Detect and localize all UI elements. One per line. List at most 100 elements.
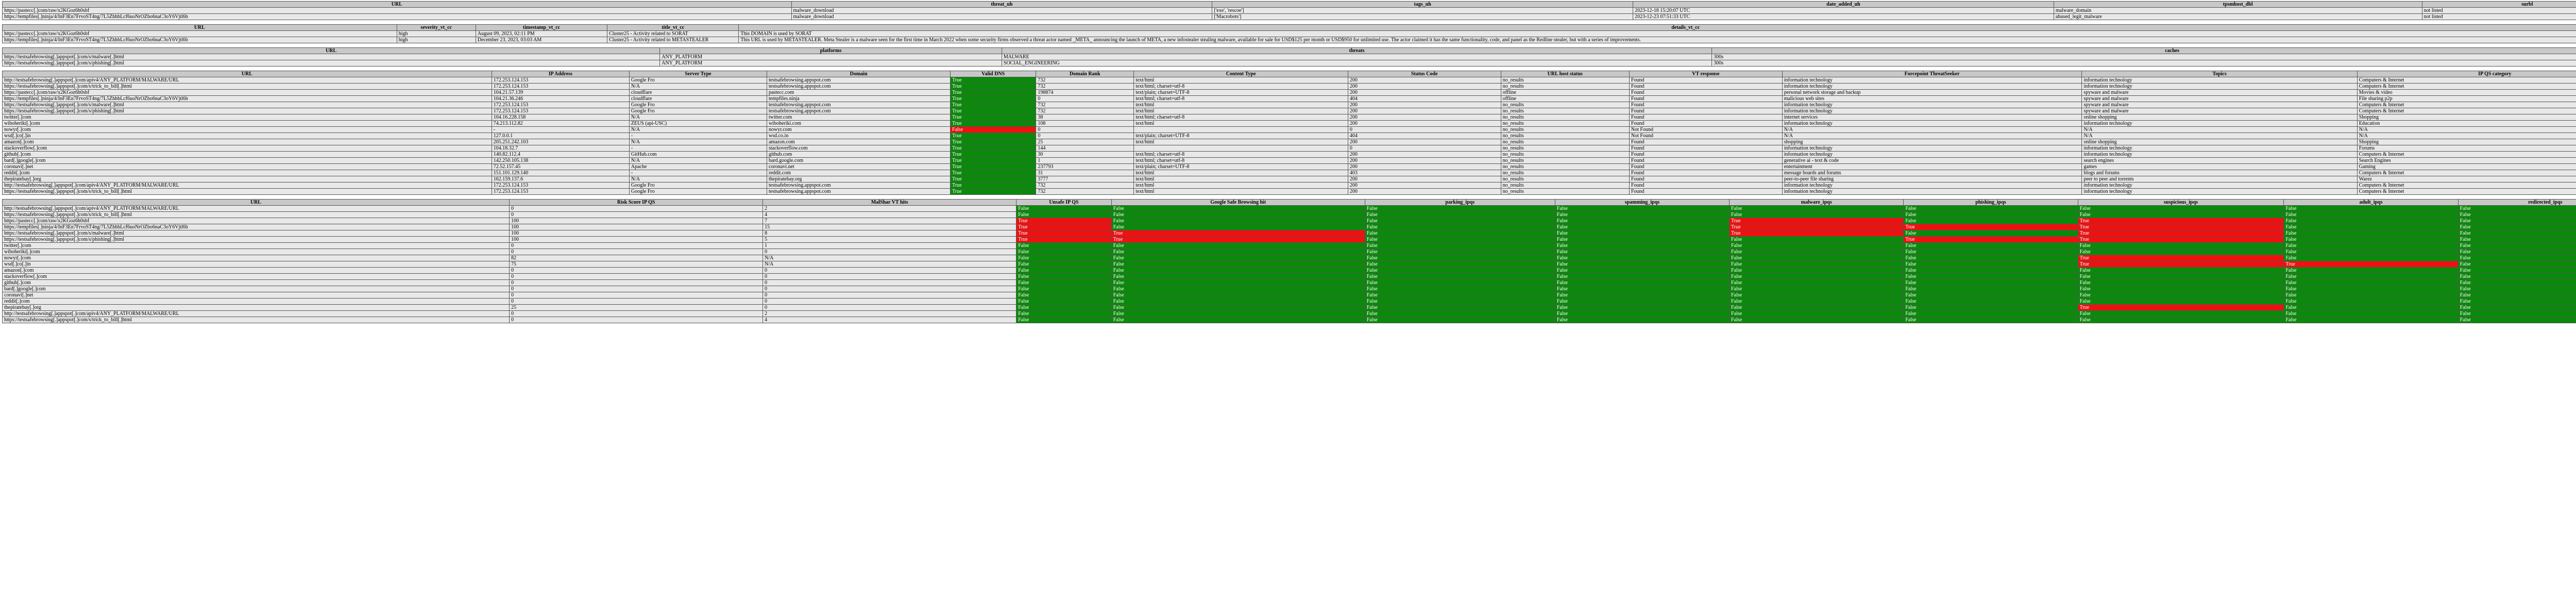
cell-parking-ipqs: False (1364, 242, 1555, 249)
cell-domain: testsafebrowsing.appspot.com (766, 77, 951, 84)
cell-domain-rank: 0 (1036, 126, 1134, 133)
cell-vt-response: Found (1629, 188, 1783, 195)
cell-status-code: 200 (1347, 176, 1501, 183)
cell-forcepoint-threatseeker: information technology (1782, 151, 2082, 158)
cell-suspicious-ipqs: False (2077, 298, 2284, 305)
cell-url: https://testsafebrowsing[.]appspot[.]com… (2, 236, 510, 243)
cell-suspicious-ipqs: True (2077, 261, 2284, 268)
header-row: URL IP Address Server Type Domain Valid DNS D… (2, 71, 2576, 77)
cell-malshar-vt-hits: 8 (762, 230, 1017, 237)
cell-ip-qs-category: Warez (2357, 176, 2576, 183)
cell-forcepoint-threatseeker: information technology (1782, 145, 2082, 152)
cell-forcepoint-threatseeker: shopping (1782, 139, 2082, 145)
cell-status-code: 200 (1347, 108, 1501, 114)
cell-adult-ipqs: False (2283, 242, 2459, 249)
cell-google-safe-browsing-hit: False (1111, 292, 1365, 299)
cell-redirected-ipqs: False (2458, 298, 2576, 305)
cell-spamming-ipqs: False (1554, 261, 1730, 268)
column-header-valid-dns: Valid DNS (950, 71, 1037, 77)
cell-spamming-ipqs: False (1554, 292, 1730, 299)
cell-url-host-status: no_results (1500, 151, 1630, 158)
cell-parking-ipqs: False (1364, 236, 1555, 243)
cell-content-type (1133, 126, 1348, 133)
cell-unsafe-ip-qs: False (1016, 317, 1112, 323)
cell-surbl: not listed (2421, 7, 2576, 14)
cell-server-type: cloudflare (629, 89, 767, 96)
cell-ip-address: 205.251.242.103 (491, 139, 630, 145)
cell-suspicious-ipqs: True (2077, 304, 2284, 311)
cell-malware-ipqs: False (1729, 242, 1904, 249)
cell-domain-rank: 1 (1036, 157, 1134, 164)
cell-platforms: ANY_PLATFORM (659, 60, 1002, 67)
cell-valid-dns: True (950, 163, 1037, 170)
cell-domain: testsafebrowsing.appspot.com (766, 83, 951, 90)
table-row: https://tempfiles[.]ninja/4/InF3En7FrvoS… (2, 95, 2576, 102)
cell-suspicious-ipqs: True (2077, 255, 2284, 261)
cell-adult-ipqs: False (2283, 236, 2459, 243)
cell-threats: SOCIAL_ENGINEERING (1001, 60, 1713, 67)
cell-parking-ipqs: False (1364, 298, 1555, 305)
cell-domain-rank: 0 (1036, 95, 1134, 102)
cell-risk-score-ip-qs: 0 (509, 292, 764, 299)
cell-domain-rank: 732 (1036, 188, 1134, 195)
cell-content-type: text/html (1133, 77, 1348, 84)
cell-url: bard[.]google[.]com (2, 286, 510, 292)
cell-phishing-ipqs: True (1903, 224, 2078, 230)
cell-risk-score-ip-qs: 0 (509, 310, 764, 317)
cell-spamming-ipqs: False (1554, 224, 1730, 230)
cell-topics: spyware and malware (2081, 102, 2358, 108)
cell-domain: wiboheriki.com (766, 120, 951, 127)
cell-vt-response: Found (1629, 77, 1783, 84)
cell-adult-ipqs: False (2283, 310, 2459, 317)
cell-unsafe-ip-qs: True (1016, 218, 1112, 224)
table-row: https://testsafebrowsing[.]appspot[.]com… (2, 317, 2576, 323)
cell-phishing-ipqs: False (1903, 317, 2078, 323)
cell-forcepoint-threatseeker: malicious web sites (1782, 95, 2082, 102)
cell-url-host-status: no_results (1500, 139, 1630, 145)
cell-adult-ipqs: False (2283, 211, 2459, 218)
cell-malware-ipqs: False (1729, 205, 1904, 212)
cell-redirected-ipqs: False (2458, 236, 2576, 243)
table-row: github[.]com 0 0 False False False False False F… (2, 279, 2576, 286)
cell-suspicious-ipqs: False (2077, 205, 2284, 212)
cell-severity-vt-cc: high (396, 37, 476, 43)
column-header-risk-score-ip-qs: Risk Score IP QS (509, 199, 764, 206)
cell-unsafe-ip-qs: True (1016, 230, 1112, 237)
cell-risk-score-ip-qs: 0 (509, 205, 764, 212)
header-row: URL severity_vt_cc timestamp_vt_cc title_vt… (2, 24, 2576, 31)
cell-domain: bard.google.com (766, 157, 951, 164)
table-row: reddit[.]com 151.101.129.140- reddit.com Tr… (2, 170, 2576, 176)
cell-server-type: cloudflare (629, 95, 767, 102)
table-row: http://testsafebrowsing[.]appspot[.]com/… (2, 182, 2576, 189)
cell-ip-qs-category: Computers & Internet (2357, 102, 2576, 108)
cell-adult-ipqs: False (2283, 273, 2459, 280)
header-row: URL threat_uh tags_uh date_added_uh tpsmhost… (2, 1, 2576, 8)
cell-domain: testsafebrowsing.appspot.com (766, 108, 951, 114)
cell-url-host-status: no_results (1500, 108, 1630, 114)
cell-vt-response: Found (1629, 163, 1783, 170)
cell-ip-address: 74.213.112.82 (491, 120, 630, 127)
cell-ip-address: 140.82.112.4 (491, 151, 630, 158)
cell-ip-qs-category: Computers & Internet (2357, 151, 2576, 158)
cell-title-vt-cc: Cluster25 - Activity related to SORAT (607, 30, 739, 37)
cell-spamming-ipqs: False (1554, 317, 1730, 323)
cell-content-type (1133, 145, 1348, 152)
cell-risk-score-ip-qs: 0 (509, 273, 764, 280)
cell-spamming-ipqs: False (1554, 273, 1730, 280)
cell-spamming-ipqs: False (1554, 218, 1730, 224)
cell-topics: online shopping (2081, 139, 2358, 145)
cell-status-code: 200 (1347, 120, 1501, 127)
cell-url: reddit[.]com (2, 298, 510, 305)
column-header-phishing-ipqs: phishing_ipqs (1903, 199, 2078, 206)
cell-vt-response: Found (1629, 120, 1783, 127)
cell-unsafe-ip-qs: True (1016, 224, 1112, 230)
column-header-server-type: Server Type (629, 71, 767, 77)
cell-unsafe-ip-qs: True (1016, 236, 1112, 243)
cell-vt-response: Found (1629, 157, 1783, 164)
cell-google-safe-browsing-hit: False (1111, 273, 1365, 280)
cell-topics: spyware and malware (2081, 95, 2358, 102)
cell-unsafe-ip-qs: False (1016, 205, 1112, 212)
cell-forcepoint-threatseeker: information technology (1782, 120, 2082, 127)
risk-flags-table: URL Risk Score IP QS MalShar VT hits Unsafe… (2, 199, 2576, 323)
cell-status-code: 200 (1347, 114, 1501, 121)
